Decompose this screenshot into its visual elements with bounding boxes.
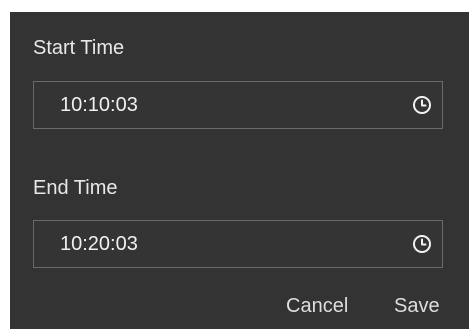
start-time-field[interactable]: 10:10:03	[33, 81, 443, 129]
end-time-value: 10:20:03	[60, 233, 138, 255]
end-time-field[interactable]: 10:20:03	[33, 220, 443, 268]
start-time-label: Start Time	[33, 37, 125, 59]
start-time-value: 10:10:03	[60, 94, 138, 116]
save-button[interactable]: Save	[394, 294, 440, 318]
cancel-button[interactable]: Cancel	[286, 294, 348, 318]
time-range-dialog: Start Time 10:10:03 End Time 10:20:03 Ca…	[10, 12, 469, 329]
end-time-label: End Time	[33, 177, 118, 199]
clock-icon[interactable]	[412, 234, 432, 254]
clock-icon[interactable]	[412, 95, 432, 115]
